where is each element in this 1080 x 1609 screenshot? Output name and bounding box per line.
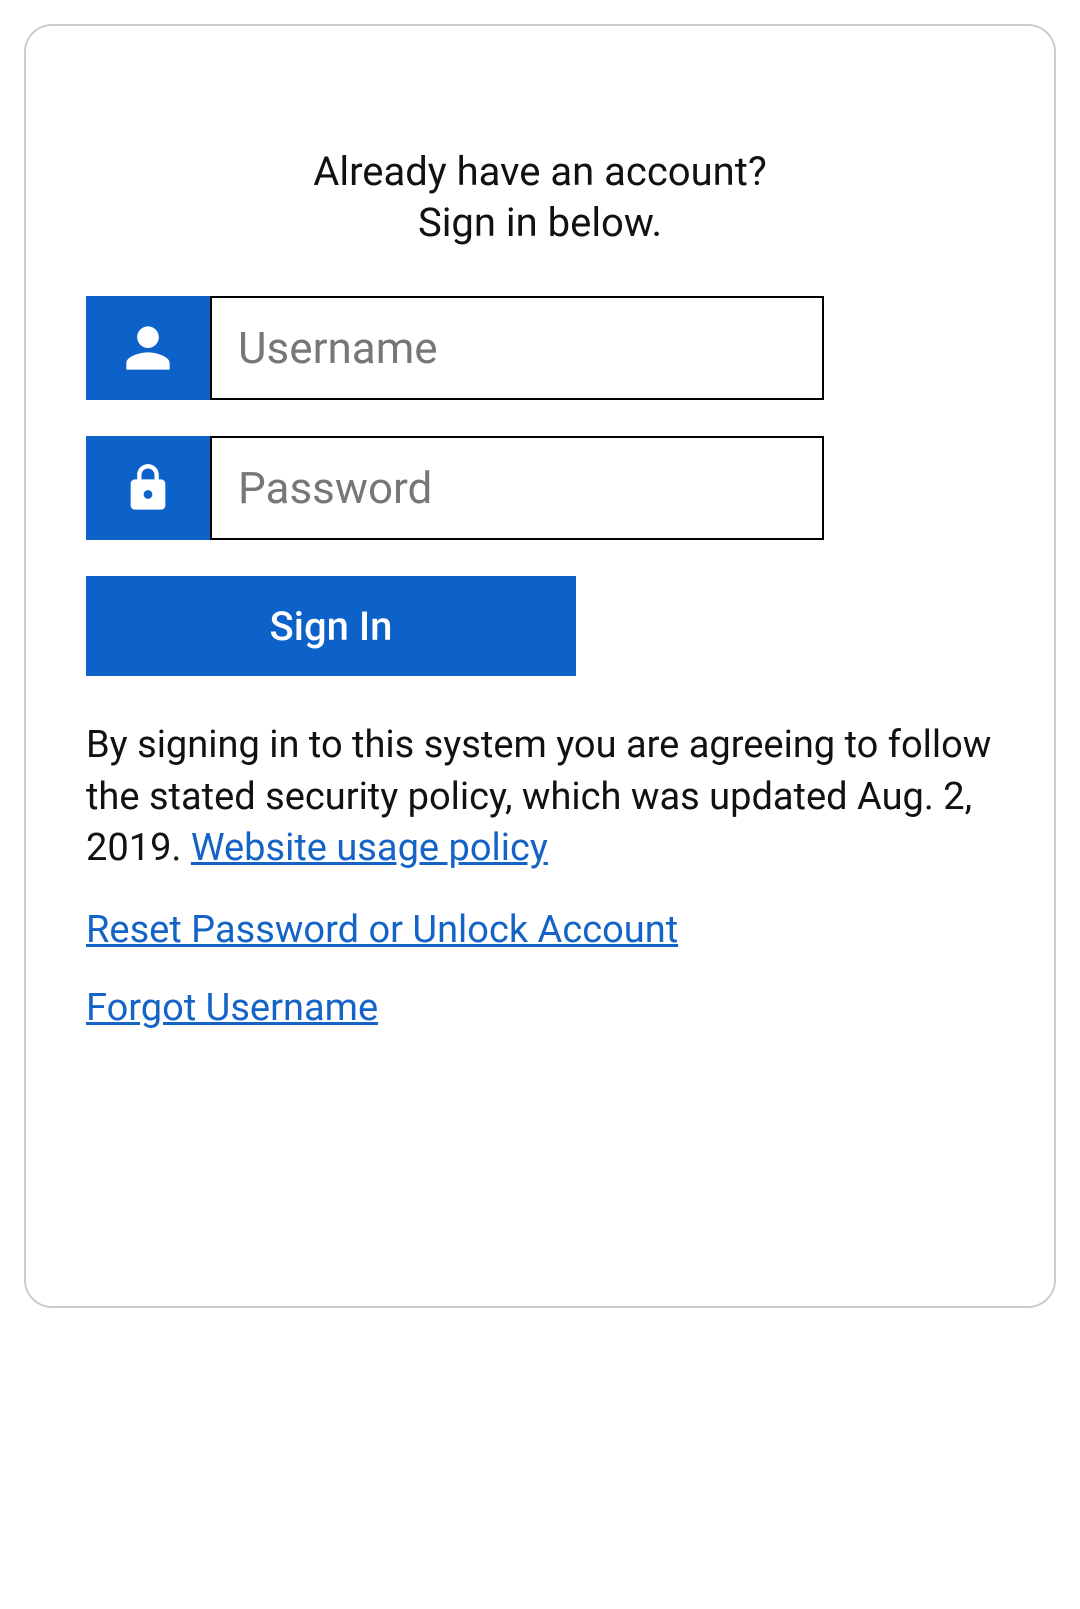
policy-text: By signing in to this system you are agr… bbox=[86, 720, 994, 874]
heading-line1: Already have an account? bbox=[313, 148, 766, 195]
reset-password-row: Reset Password or Unlock Account bbox=[86, 908, 994, 952]
username-row bbox=[86, 296, 768, 400]
signin-card: Already have an account? Sign in below. … bbox=[24, 24, 1056, 1308]
forgot-username-row: Forgot Username bbox=[86, 986, 994, 1030]
signin-heading: Already have an account? Sign in below. bbox=[86, 146, 994, 248]
lock-icon bbox=[86, 436, 210, 540]
username-input[interactable] bbox=[210, 296, 824, 400]
person-icon bbox=[86, 296, 210, 400]
reset-password-link[interactable]: Reset Password or Unlock Account bbox=[86, 908, 678, 952]
policy-link[interactable]: Website usage policy bbox=[191, 826, 548, 870]
signin-button[interactable]: Sign In bbox=[86, 576, 576, 676]
password-input[interactable] bbox=[210, 436, 824, 540]
forgot-username-link[interactable]: Forgot Username bbox=[86, 986, 378, 1030]
password-row bbox=[86, 436, 768, 540]
heading-line2: Sign in below. bbox=[418, 199, 662, 246]
